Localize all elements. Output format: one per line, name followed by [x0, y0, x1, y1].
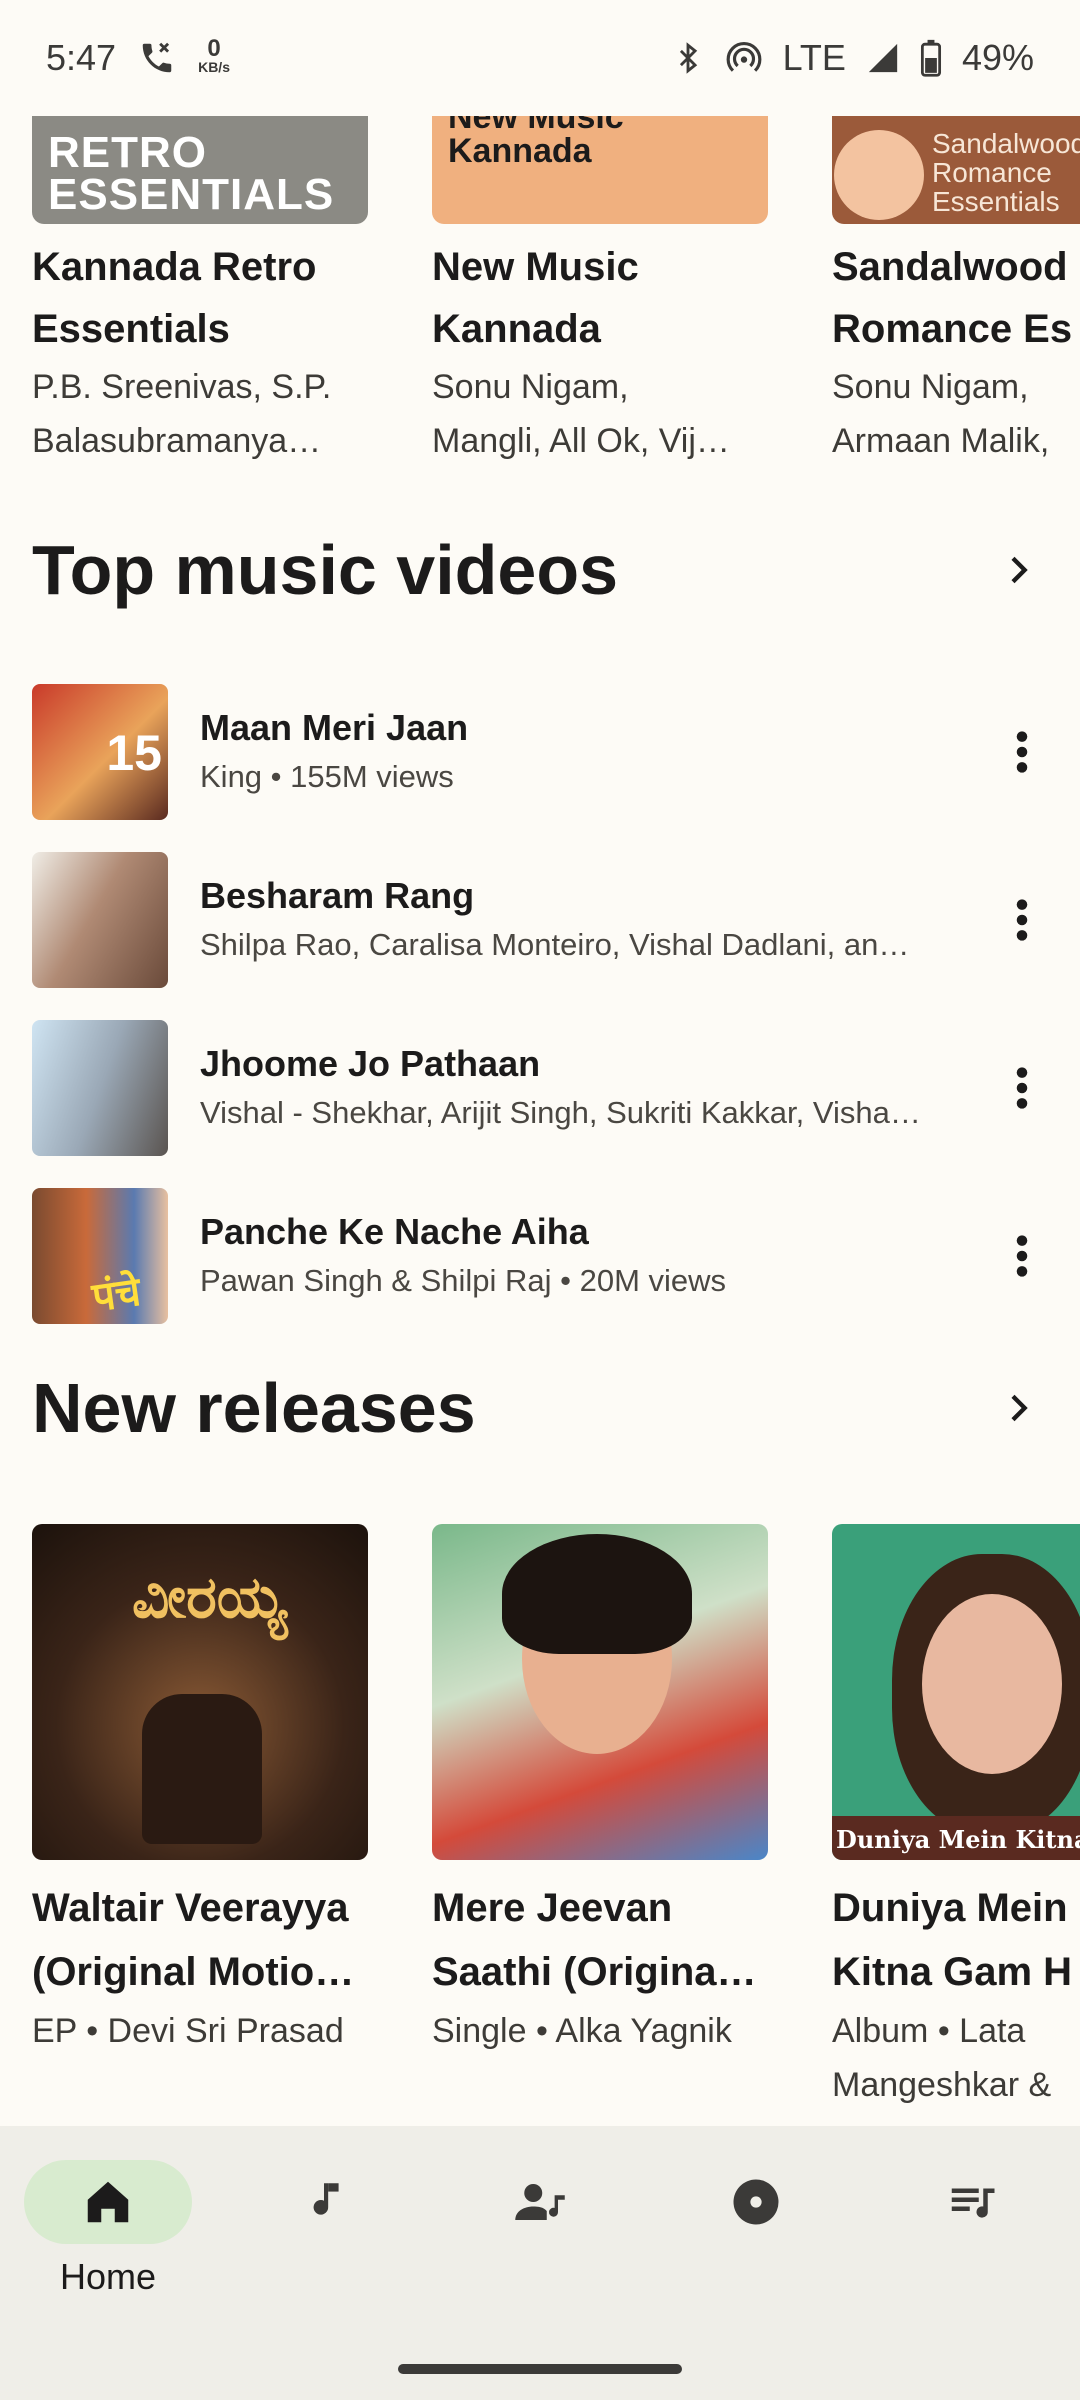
nav-home-label: Home [59, 2256, 157, 2297]
video-thumbnail: 15 [32, 684, 168, 820]
battery-level: 49% [961, 37, 1034, 78]
video-subtitle: Pawan Singh & Shilpi Raj • 20M views [200, 1263, 727, 1298]
playlist-icon [944, 2175, 1000, 2229]
top-videos-header[interactable]: Top music videos [32, 530, 1048, 610]
video-subtitle: Shilpa Rao, Caralisa Monteiro, Vishal Da… [200, 927, 922, 962]
playlist-card[interactable]: New Music Kannada New Music Kannada Sonu… [432, 116, 768, 468]
more-options-icon[interactable] [992, 1048, 1052, 1128]
section-title: New releases [32, 1369, 476, 1447]
release-art: Duniya Mein Kitna G [832, 1524, 1080, 1860]
new-releases-header[interactable]: New releases [32, 1368, 1048, 1448]
nav-home-pill[interactable] [24, 2160, 192, 2244]
playlist-carousel[interactable]: RETRO ESSENTIALS Kannada Retro Essential… [0, 116, 1080, 476]
release-title: Duniya Mein [832, 1886, 1068, 1930]
playlist-title: New Music [432, 245, 639, 289]
chevron-right-icon[interactable] [988, 1378, 1048, 1438]
playlist-subtitle: Armaan Malik, [832, 422, 1050, 460]
status-time: 5:47 [46, 37, 117, 78]
video-row[interactable]: Besharam Rang Shilpa Rao, Caralisa Monte… [0, 836, 1080, 1004]
new-releases-carousel[interactable]: ವೀರಯ್ಯ Waltair Veerayya (Original Motio…… [0, 1524, 1080, 2104]
release-subtitle: Mangeshkar & [832, 2066, 1052, 2104]
status-bar: 5:47 0 KB/s LTE 49% [0, 0, 1080, 116]
playlist-title: Essentials [32, 307, 230, 351]
playlist-subtitle: P.B. Sreenivas, S.P. [32, 368, 332, 406]
more-options-icon[interactable] [992, 1216, 1052, 1296]
release-art [432, 1524, 768, 1860]
nav-samples[interactable] [216, 2126, 432, 2326]
video-subtitle: King • 155M views [200, 759, 454, 794]
video-title: Besharam Rang [200, 875, 475, 916]
call-forward-icon [138, 39, 176, 77]
release-subtitle: EP • Devi Sri Prasad [32, 2012, 344, 2050]
release-title: Mere Jeevan [432, 1886, 673, 1930]
playlist-subtitle: Mangli, All Ok, Vij… [432, 422, 730, 460]
hotspot-icon [725, 39, 763, 77]
album-disc-icon [729, 2175, 783, 2229]
playlist-title: Kannada Retro [32, 245, 317, 289]
more-options-icon[interactable] [992, 880, 1052, 960]
playlist-title: Sandalwood [832, 245, 1068, 289]
playlist-title: Romance Es [832, 307, 1073, 351]
playlist-card[interactable]: RETRO ESSENTIALS Kannada Retro Essential… [32, 116, 368, 468]
release-subtitle: Single • Alka Yagnik [432, 2012, 732, 2050]
video-row[interactable]: Jhoome Jo Pathaan Vishal - Shekhar, Arij… [0, 1004, 1080, 1172]
more-options-icon[interactable] [992, 712, 1052, 792]
video-row[interactable]: 15 Maan Meri Jaan King • 155M views [0, 668, 1080, 836]
nav-library[interactable] [864, 2126, 1080, 2326]
home-icon [81, 2175, 135, 2229]
playlist-title: Kannada [432, 307, 601, 351]
video-list: 15 Maan Meri Jaan King • 155M views Besh… [0, 668, 1080, 1340]
playlist-subtitle: Sonu Nigam, [832, 368, 1029, 406]
release-title: (Original Motio… [32, 1950, 355, 1994]
playlist-subtitle: Balasubramanya… [32, 422, 322, 460]
chevron-right-icon[interactable] [988, 540, 1048, 600]
data-rate: 0 KB/s [198, 35, 230, 76]
playlist-art: New Music Kannada [432, 116, 768, 224]
video-title: Maan Meri Jaan [200, 707, 469, 748]
release-card[interactable]: ವೀರಯ್ಯ Waltair Veerayya (Original Motio…… [32, 1524, 368, 2058]
video-thumbnail: पंचे [32, 1188, 168, 1324]
release-title: Kitna Gam H [832, 1950, 1073, 1994]
battery-icon [920, 39, 942, 77]
gesture-home-indicator[interactable] [398, 2364, 682, 2374]
release-title: Saathi (Origina… [432, 1950, 757, 1994]
release-title: Waltair Veerayya [32, 1886, 349, 1930]
artist-icon [513, 2175, 567, 2229]
network-type: LTE [782, 37, 846, 78]
video-title: Jhoome Jo Pathaan [200, 1043, 541, 1084]
video-thumbnail [32, 852, 168, 988]
video-subtitle: Vishal - Shekhar, Arijit Singh, Sukriti … [200, 1095, 922, 1130]
section-title: Top music videos [32, 531, 619, 609]
release-art: ವೀರಯ್ಯ [32, 1524, 368, 1860]
signal-icon [866, 41, 900, 75]
playlist-art: Sandalwood Romance Essentials [832, 116, 1080, 224]
music-note-icon [299, 2175, 349, 2229]
release-card[interactable]: Mere Jeevan Saathi (Origina… Single • Al… [432, 1524, 768, 2058]
video-row[interactable]: पंचे Panche Ke Nache Aiha Pawan Singh & … [0, 1172, 1080, 1340]
nav-home[interactable]: Home [0, 2126, 216, 2326]
playlist-card[interactable]: Sandalwood Romance Essentials Sandalwood… [832, 116, 1080, 468]
bottom-navigation: Home [0, 2126, 1080, 2400]
video-thumbnail [32, 1020, 168, 1156]
release-subtitle: Album • Lata [832, 2012, 1026, 2050]
video-title: Panche Ke Nache Aiha [200, 1211, 589, 1252]
nav-albums[interactable] [648, 2126, 864, 2326]
bluetooth-icon [671, 39, 705, 77]
release-card[interactable]: Duniya Mein Kitna G Duniya Mein Kitna Ga… [832, 1524, 1080, 2104]
nav-explore-artists[interactable] [432, 2126, 648, 2326]
playlist-art: RETRO ESSENTIALS [32, 116, 368, 224]
playlist-subtitle: Sonu Nigam, [432, 368, 629, 406]
